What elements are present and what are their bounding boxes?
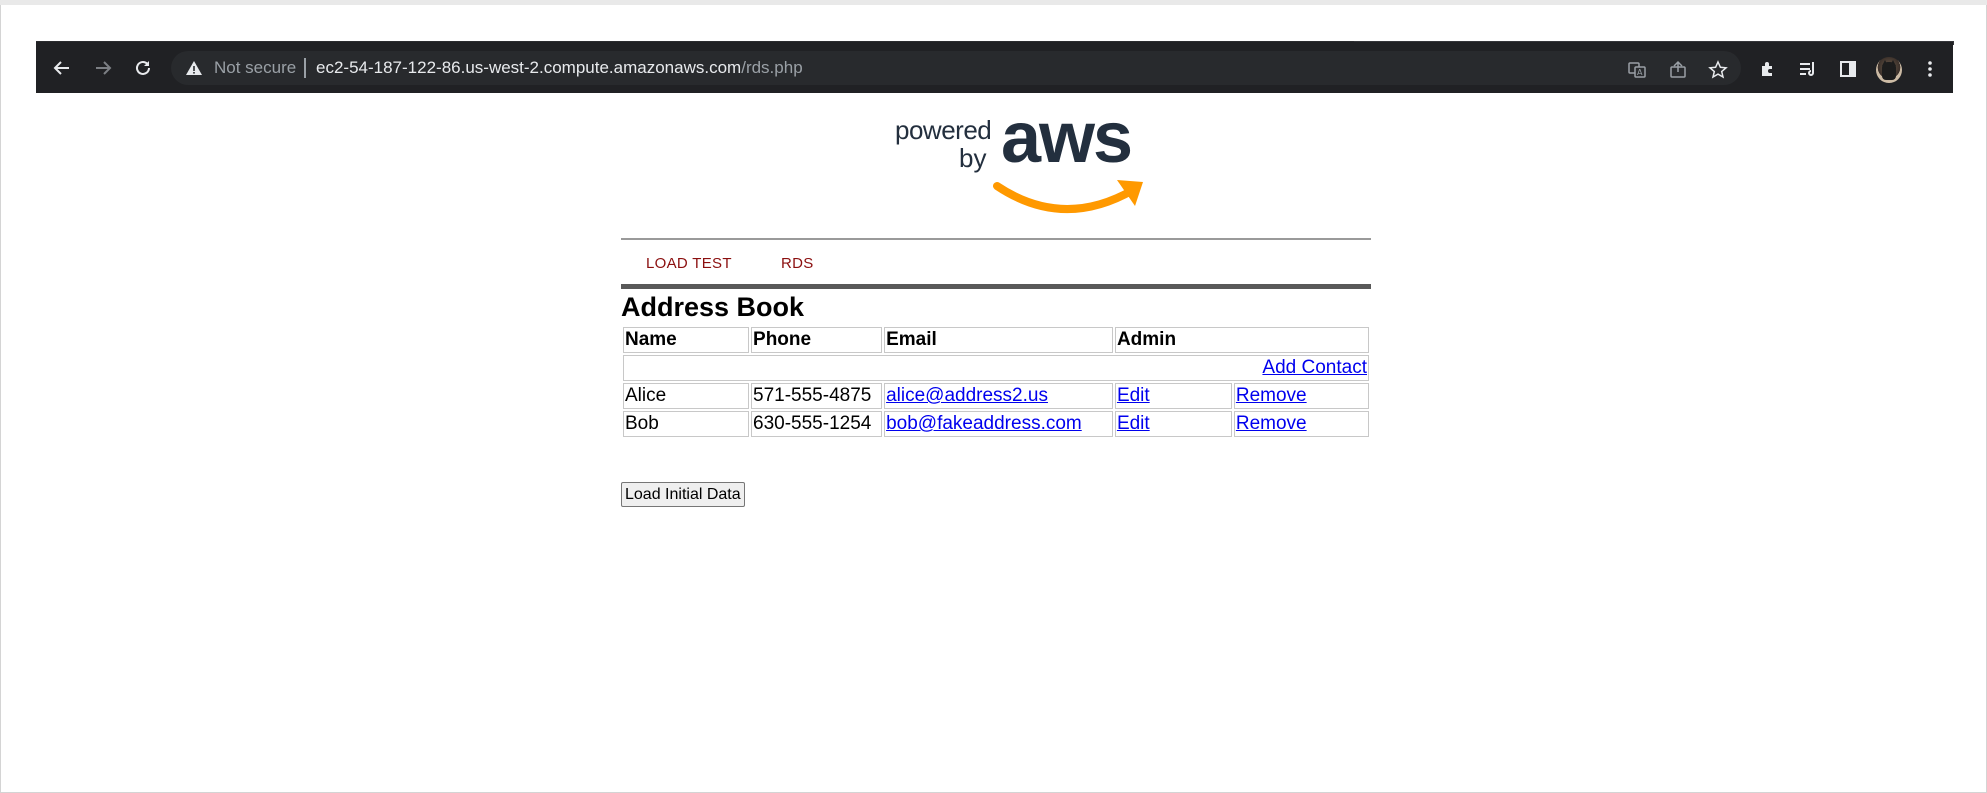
cell-edit: Edit bbox=[1114, 411, 1232, 437]
cell-name: Bob bbox=[623, 411, 750, 437]
cell-phone: 630-555-1254 bbox=[751, 411, 883, 437]
title-strip bbox=[0, 0, 1987, 5]
profile-avatar[interactable] bbox=[1876, 57, 1902, 83]
page-title: Address Book bbox=[621, 292, 805, 322]
forward-icon[interactable] bbox=[89, 54, 117, 82]
edit-link[interactable]: Edit bbox=[1117, 413, 1150, 434]
more-menu-icon[interactable] bbox=[1918, 57, 1942, 81]
remove-link[interactable]: Remove bbox=[1236, 413, 1307, 434]
share-icon[interactable] bbox=[1667, 59, 1689, 81]
nav-rds-link[interactable]: RDS bbox=[781, 255, 814, 272]
header-name: Name bbox=[623, 327, 750, 353]
logo-aws-text: aws bbox=[1001, 98, 1133, 178]
logo-by-text: by bbox=[959, 143, 987, 173]
header-email: Email bbox=[884, 327, 1113, 353]
table-header-row: Name Phone Email Admin bbox=[623, 327, 1369, 353]
cell-edit: Edit bbox=[1114, 383, 1232, 409]
cell-email: alice@address2.us bbox=[884, 383, 1113, 409]
address-bar[interactable]: Not secure ec2-54-187-122-86.us-west-2.c… bbox=[171, 51, 1741, 85]
header-phone: Phone bbox=[751, 327, 883, 353]
url-path: /rds.php bbox=[741, 58, 803, 77]
edit-link[interactable]: Edit bbox=[1117, 385, 1150, 406]
extensions-icon[interactable] bbox=[1756, 57, 1780, 81]
cell-name: Alice bbox=[623, 383, 750, 409]
email-link[interactable]: bob@fakeaddress.com bbox=[886, 413, 1082, 434]
svg-text:A: A bbox=[1637, 68, 1643, 77]
cell-remove: Remove bbox=[1233, 411, 1369, 437]
address-book-table: Name Phone Email Admin Add Contact Alice… bbox=[621, 325, 1371, 439]
reload-icon[interactable] bbox=[129, 54, 157, 82]
reading-list-icon[interactable] bbox=[1796, 57, 1820, 81]
nav-bottom-divider bbox=[621, 284, 1371, 289]
aws-smile-icon bbox=[993, 180, 1143, 214]
table-row: Alice 571-555-4875 alice@address2.us Edi… bbox=[623, 383, 1369, 409]
nav-load-test-link[interactable]: LOAD TEST bbox=[646, 255, 732, 272]
nav-top-divider bbox=[621, 238, 1371, 240]
cell-remove: Remove bbox=[1233, 383, 1369, 409]
email-link[interactable]: alice@address2.us bbox=[886, 385, 1048, 406]
add-contact-row: Add Contact bbox=[623, 355, 1369, 381]
warning-icon[interactable] bbox=[185, 59, 203, 77]
translate-icon[interactable]: A bbox=[1626, 59, 1648, 81]
add-contact-cell: Add Contact bbox=[623, 355, 1369, 381]
omnibox-separator bbox=[304, 58, 306, 78]
table-row: Bob 630-555-1254 bob@fakeaddress.com Edi… bbox=[623, 411, 1369, 437]
bookmark-star-icon[interactable] bbox=[1707, 59, 1729, 81]
load-initial-data-button[interactable]: Load Initial Data bbox=[621, 482, 745, 507]
cell-phone: 571-555-4875 bbox=[751, 383, 883, 409]
url-text[interactable]: ec2-54-187-122-86.us-west-2.compute.amaz… bbox=[316, 58, 803, 78]
url-host: ec2-54-187-122-86.us-west-2.compute.amaz… bbox=[316, 58, 742, 77]
add-contact-link[interactable]: Add Contact bbox=[1262, 357, 1367, 378]
side-panel-icon[interactable] bbox=[1836, 57, 1860, 81]
security-label[interactable]: Not secure bbox=[214, 58, 296, 78]
logo-powered-text: powered bbox=[895, 115, 992, 145]
powered-by-aws-logo: powered by aws bbox=[893, 98, 1149, 214]
remove-link[interactable]: Remove bbox=[1236, 385, 1307, 406]
cell-email: bob@fakeaddress.com bbox=[884, 411, 1113, 437]
back-icon[interactable] bbox=[48, 54, 76, 82]
header-admin: Admin bbox=[1114, 327, 1369, 353]
